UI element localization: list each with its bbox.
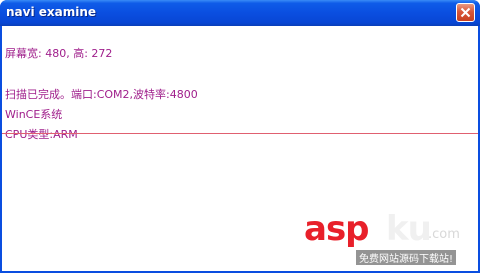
scan-status-text: 扫描已完成。端口:COM2,波特率:4800 bbox=[5, 88, 198, 101]
divider-line bbox=[2, 133, 478, 134]
close-button[interactable] bbox=[456, 3, 475, 22]
watermark-tagline: 免费网站源码下载站! bbox=[356, 250, 457, 265]
client-area: 屏幕宽: 480, 高: 272 扫描已完成。端口:COM2,波特率:4800 … bbox=[2, 26, 478, 271]
os-text: WinCE系统 bbox=[5, 108, 63, 121]
watermark-com: .com bbox=[428, 227, 460, 242]
close-icon bbox=[460, 7, 471, 18]
watermark-asp: asp bbox=[304, 209, 370, 249]
screen-size-text: 屏幕宽: 480, 高: 272 bbox=[5, 47, 113, 60]
title-bar[interactable]: navi examine bbox=[0, 0, 480, 26]
watermark-logo: asp ku .com 免费网站源码下载站! bbox=[304, 207, 474, 265]
window-title: navi examine bbox=[6, 5, 97, 19]
watermark-ku: ku bbox=[386, 209, 432, 249]
cpu-type-text: CPU类型:ARM bbox=[5, 128, 78, 141]
app-window: navi examine 屏幕宽: 480, 高: 272 扫描已完成。端口:C… bbox=[0, 0, 480, 273]
